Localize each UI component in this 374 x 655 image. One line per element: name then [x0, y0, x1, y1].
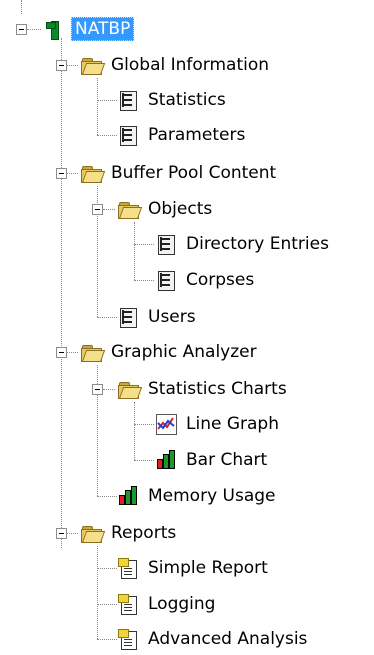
tree-connector	[103, 389, 115, 390]
tree-node-label: Global Information	[111, 55, 270, 75]
navigation-tree: NATBP Global Information Statistics Para…	[0, 0, 374, 655]
tree-node-label: Memory Usage	[148, 486, 276, 506]
collapse-toggle-global-information[interactable]	[56, 60, 67, 71]
bar-chart-icon	[155, 449, 177, 471]
tree-connector	[134, 402, 135, 460]
tree-node-global-information[interactable]: Global Information	[80, 51, 271, 79]
tree-connector	[66, 173, 78, 174]
tree-node-logging[interactable]: Logging	[117, 590, 217, 618]
tree-connector	[97, 317, 117, 318]
tree-node-label: Buffer Pool Content	[111, 163, 277, 183]
tree-node-bar-chart[interactable]: Bar Chart	[155, 446, 269, 474]
tree-connector	[97, 496, 117, 497]
tree-node-label: Advanced Analysis	[148, 629, 308, 649]
tree-node-corpses[interactable]: Corpses	[155, 266, 256, 294]
report-document-icon	[117, 557, 139, 579]
tree-node-label: Directory Entries	[186, 234, 329, 254]
collapse-toggle-natbp[interactable]	[16, 24, 27, 35]
tree-connector	[97, 78, 98, 135]
tree-node-label: Statistics Charts	[148, 379, 287, 399]
collapse-toggle-reports[interactable]	[56, 528, 67, 539]
report-document-icon	[117, 593, 139, 615]
open-folder-icon	[80, 522, 106, 544]
open-folder-icon	[80, 341, 106, 363]
tree-connector	[97, 100, 117, 101]
tree-node-memory-usage[interactable]: Memory Usage	[117, 482, 278, 510]
tree-node-directory-entries[interactable]: Directory Entries	[155, 230, 331, 258]
tree-connector	[66, 533, 78, 534]
table-document-icon	[117, 306, 139, 328]
tree-connector	[97, 639, 117, 640]
tree-node-graphic-analyzer[interactable]: Graphic Analyzer	[80, 338, 259, 366]
table-document-icon	[155, 233, 177, 255]
collapse-toggle-buffer-pool-content[interactable]	[56, 168, 67, 179]
tree-connector	[103, 209, 115, 210]
tree-node-advanced-analysis[interactable]: Advanced Analysis	[117, 625, 309, 653]
tree-node-objects[interactable]: Objects	[117, 195, 214, 223]
tree-connector	[97, 135, 117, 136]
collapse-toggle-statistics-charts[interactable]	[92, 384, 103, 395]
tree-node-label: Simple Report	[148, 558, 268, 578]
open-folder-icon	[80, 162, 106, 184]
tree-connector	[66, 65, 78, 66]
tree-node-parameters[interactable]: Parameters	[117, 121, 247, 149]
tree-node-simple-report[interactable]: Simple Report	[117, 554, 270, 582]
report-document-icon	[117, 628, 139, 650]
tree-connector	[21, 0, 22, 14]
tree-node-reports[interactable]: Reports	[80, 519, 178, 547]
collapse-toggle-objects[interactable]	[92, 204, 103, 215]
table-document-icon	[155, 269, 177, 291]
tree-connector	[97, 604, 117, 605]
tree-node-label: NATBP	[71, 17, 135, 41]
tree-node-label: Bar Chart	[186, 450, 268, 470]
tree-connector	[66, 352, 78, 353]
tree-connector	[97, 568, 117, 569]
tree-connector	[61, 38, 62, 548]
open-folder-icon	[117, 378, 143, 400]
tree-node-buffer-pool-content[interactable]: Buffer Pool Content	[80, 159, 278, 187]
open-folder-icon	[80, 54, 106, 76]
tree-node-natbp[interactable]: NATBP	[42, 15, 135, 43]
tree-connector	[134, 460, 154, 461]
tree-connector	[27, 29, 41, 30]
line-graph-icon	[155, 413, 177, 435]
tree-node-statistics-charts[interactable]: Statistics Charts	[117, 375, 289, 403]
bar-chart-icon	[117, 485, 139, 507]
tree-connector	[97, 546, 98, 639]
tree-node-label: Parameters	[148, 125, 246, 145]
tree-connector	[134, 280, 154, 281]
tree-node-label: Reports	[111, 523, 177, 543]
tree-connector	[134, 222, 135, 280]
table-document-icon	[117, 124, 139, 146]
tree-connector	[134, 424, 154, 425]
database-root-icon	[42, 18, 64, 40]
tree-node-label: Statistics	[148, 90, 226, 110]
tree-node-label: Objects	[148, 199, 213, 219]
tree-node-label: Line Graph	[186, 414, 279, 434]
tree-node-label: Graphic Analyzer	[111, 342, 257, 362]
tree-node-line-graph[interactable]: Line Graph	[155, 410, 281, 438]
open-folder-icon	[117, 198, 143, 220]
collapse-toggle-graphic-analyzer[interactable]	[56, 347, 67, 358]
tree-node-users[interactable]: Users	[117, 303, 198, 331]
tree-node-label: Users	[148, 307, 196, 327]
tree-node-statistics[interactable]: Statistics	[117, 86, 228, 114]
tree-node-label: Corpses	[186, 270, 255, 290]
table-document-icon	[117, 89, 139, 111]
tree-connector	[134, 244, 154, 245]
tree-node-label: Logging	[148, 594, 216, 614]
